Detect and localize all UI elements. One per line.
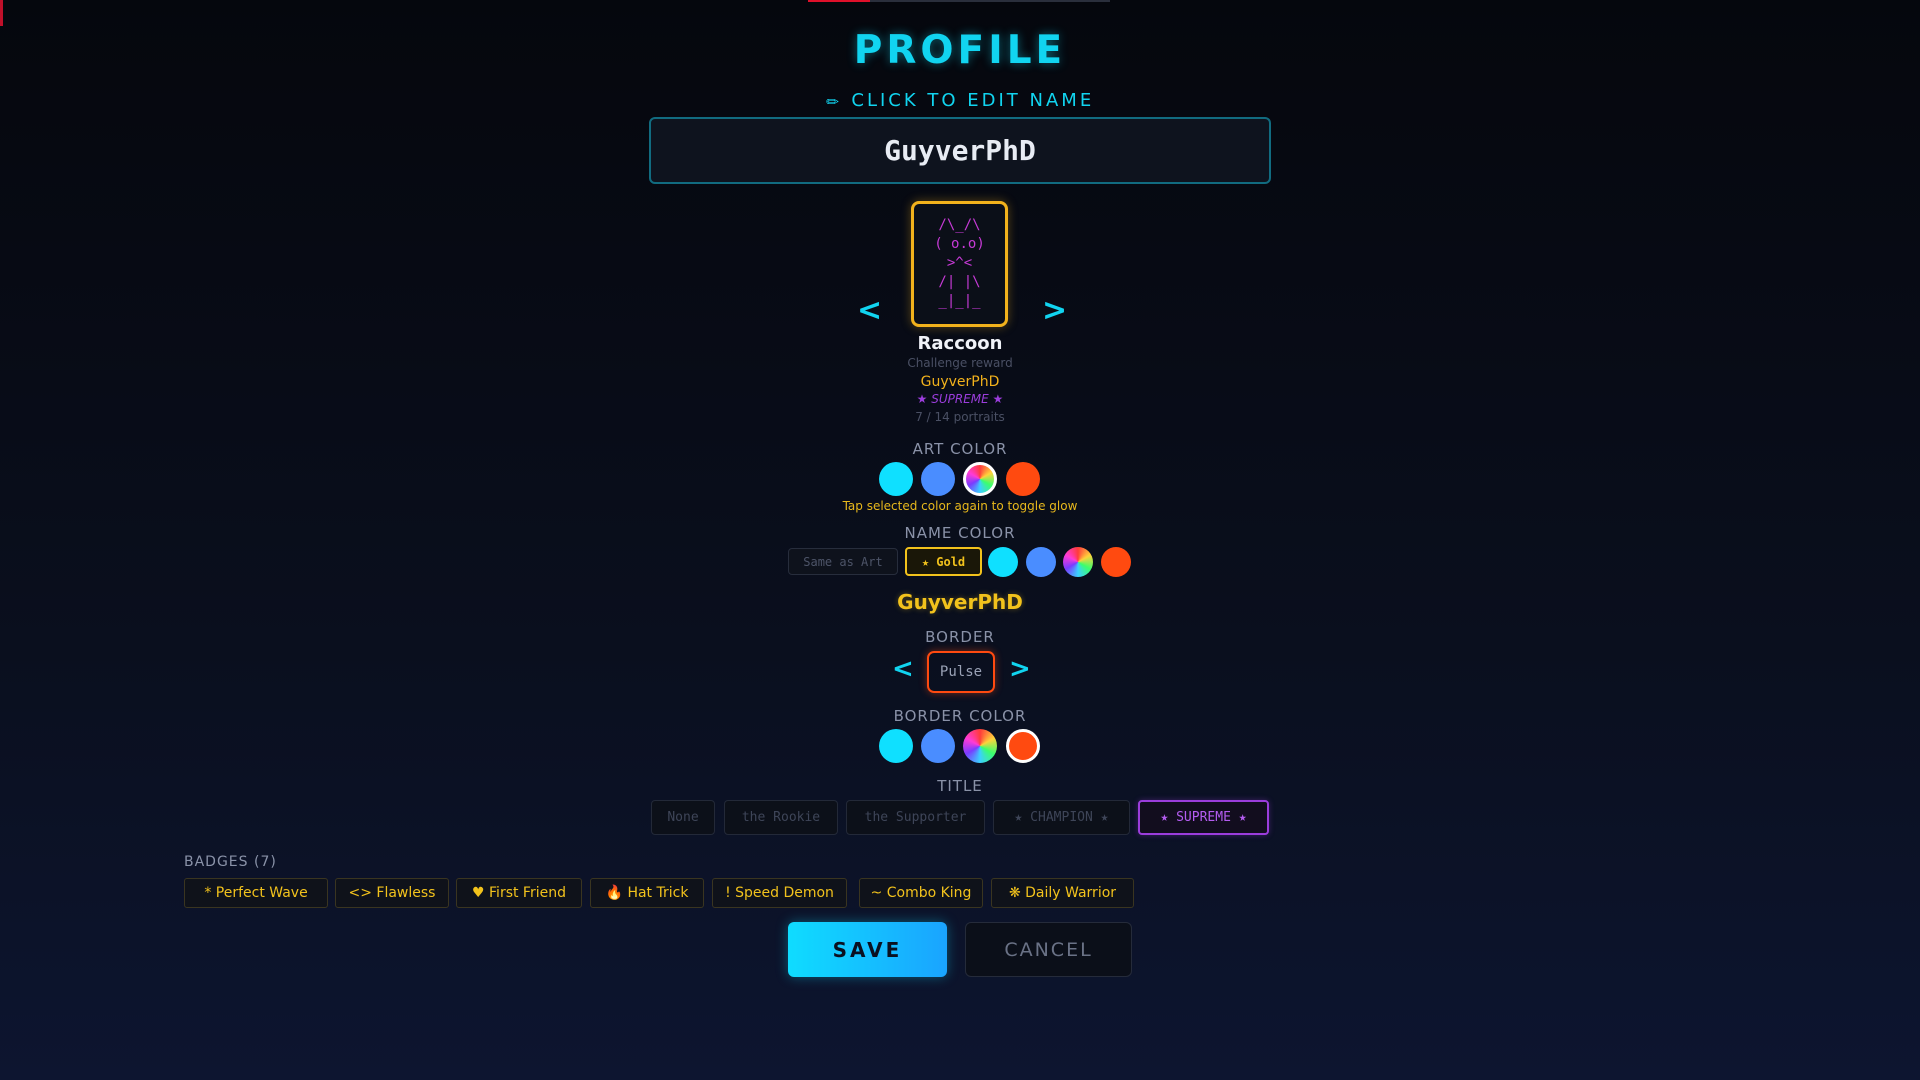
- border-label: BORDER: [925, 628, 995, 646]
- badge-perfect-wave[interactable]: * Perfect Wave: [184, 878, 328, 908]
- edit-name-hint-label: CLICK TO EDIT NAME: [851, 90, 1095, 111]
- border-style-preview: Pulse: [927, 651, 995, 693]
- progress-fill: [808, 0, 870, 2]
- art-color-blue-swatch[interactable]: [921, 462, 955, 496]
- name-color-label: NAME COLOR: [904, 524, 1016, 542]
- edit-name-hint[interactable]: ✎ CLICK TO EDIT NAME: [0, 89, 1920, 113]
- border-color-label: BORDER COLOR: [893, 707, 1027, 725]
- cancel-button[interactable]: CANCEL: [965, 922, 1132, 977]
- title-option-supreme[interactable]: ★ SUPREME ★: [1138, 800, 1269, 835]
- portrait-count: 7 / 14 portraits: [915, 410, 1005, 424]
- portrait-owner: GuyverPhD: [920, 374, 1000, 390]
- badge-daily-warrior[interactable]: ❋ Daily Warrior: [991, 878, 1134, 908]
- badge-first-friend[interactable]: ♥ First Friend: [456, 878, 582, 908]
- title-label: TITLE: [937, 777, 983, 795]
- corner-marker: [0, 0, 3, 26]
- border-next-button[interactable]: >: [1009, 654, 1031, 684]
- art-color-orange-swatch[interactable]: [1006, 462, 1040, 496]
- portrait-art: /\_/\ ( o.o) >^< /| |\ _|_|_: [934, 217, 985, 309]
- pencil-icon: ✎: [821, 89, 846, 113]
- name-color-cyan-swatch[interactable]: [988, 547, 1018, 577]
- border-prev-button[interactable]: <: [892, 654, 914, 684]
- title-option-rookie[interactable]: the Rookie: [724, 800, 838, 835]
- name-color-rainbow-swatch[interactable]: [1063, 547, 1093, 577]
- name-color-blue-swatch[interactable]: [1026, 547, 1056, 577]
- portrait-card[interactable]: /\_/\ ( o.o) >^< /| |\ _|_|_: [911, 201, 1008, 327]
- badge-combo-king[interactable]: ~ Combo King: [859, 878, 983, 908]
- page-title: PROFILE: [853, 28, 1067, 73]
- glow-toggle-hint: Tap selected color again to toggle glow: [842, 499, 1078, 513]
- portrait-name: Raccoon: [917, 333, 1003, 354]
- portrait-rank: ★ SUPREME ★: [916, 392, 1004, 406]
- badge-flawless[interactable]: <> Flawless: [335, 878, 449, 908]
- border-color-rainbow-swatch[interactable]: [963, 729, 997, 763]
- title-option-supporter[interactable]: the Supporter: [846, 800, 985, 835]
- art-color-label: ART COLOR: [912, 440, 1008, 458]
- border-color-blue-swatch[interactable]: [921, 729, 955, 763]
- art-color-rainbow-swatch[interactable]: [963, 462, 997, 496]
- name-color-orange-swatch[interactable]: [1101, 547, 1131, 577]
- portrait-prev-button[interactable]: <: [857, 293, 882, 328]
- badge-speed-demon[interactable]: ! Speed Demon: [712, 878, 847, 908]
- profile-page: PROFILE ✎ CLICK TO EDIT NAME GuyverPhD < …: [0, 0, 1920, 1080]
- name-preview: GuyverPhD: [897, 590, 1023, 614]
- title-option-champion[interactable]: ★ CHAMPION ★: [993, 800, 1130, 835]
- title-option-none[interactable]: None: [651, 800, 715, 835]
- badge-hat-trick[interactable]: 🔥 Hat Trick: [590, 878, 704, 908]
- portrait-source: Challenge reward: [907, 356, 1013, 370]
- border-color-cyan-swatch[interactable]: [879, 729, 913, 763]
- name-color-same-as-art-button[interactable]: Same as Art: [788, 548, 898, 575]
- badges-label: BADGES (7): [184, 854, 277, 870]
- border-color-orange-swatch[interactable]: [1006, 729, 1040, 763]
- portrait-next-button[interactable]: >: [1042, 293, 1067, 328]
- save-button[interactable]: SAVE: [788, 922, 947, 977]
- name-color-gold-button[interactable]: ★ Gold: [905, 547, 982, 576]
- name-input[interactable]: GuyverPhD: [649, 117, 1271, 184]
- art-color-cyan-swatch[interactable]: [879, 462, 913, 496]
